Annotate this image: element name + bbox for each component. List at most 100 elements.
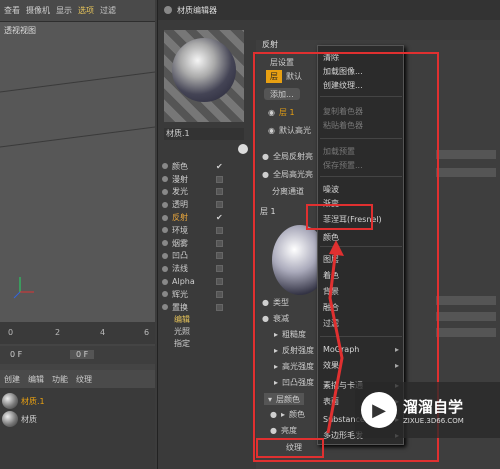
- annotation-box-texture: [256, 438, 324, 458]
- channel-item[interactable]: 法线: [162, 262, 246, 275]
- material-manager-menu: 创建 编辑 功能 纹理: [0, 370, 155, 388]
- panel-header: 反射: [262, 39, 278, 49]
- timeline-ruler[interactable]: 0 2 4 6: [0, 322, 155, 344]
- material-ball-icon: [2, 393, 18, 409]
- channel-checkbox[interactable]: [216, 175, 223, 183]
- channel-label: 发光: [172, 187, 188, 197]
- timeline-tick: 6: [144, 328, 150, 337]
- material-list: 材质.1 材质: [0, 388, 155, 469]
- channel-item[interactable]: 凹凸: [162, 250, 246, 263]
- channel-dot-icon: [162, 240, 168, 247]
- channel-dot-icon: [162, 188, 168, 195]
- channel-item[interactable]: 烟雾: [162, 237, 246, 250]
- annotation-arrow: [326, 240, 344, 434]
- channel-item[interactable]: 辉光: [162, 288, 246, 301]
- preview-sphere: [172, 38, 236, 102]
- channel-checkbox[interactable]: ✔: [216, 214, 223, 222]
- channel-dot-icon: [162, 265, 168, 272]
- channel-item[interactable]: 置换: [162, 301, 246, 314]
- channel-checkbox[interactable]: ✔: [216, 162, 223, 170]
- channel-item[interactable]: 漫射: [162, 173, 246, 186]
- channel-list: 颜色 ✔ 漫射发光透明反射 ✔ 环境烟雾凹凸法线 Alpha 辉光置换编辑 光照 指定: [162, 160, 246, 350]
- channel-dot-icon: [162, 227, 168, 234]
- perspective-viewport[interactable]: 透视视图: [0, 22, 155, 322]
- watermark: ▶ 溜溜自学 ZIXUE.3D66.COM: [355, 382, 500, 438]
- editor-extra-item[interactable]: 光照: [162, 326, 246, 338]
- channel-dot-icon: [162, 304, 168, 311]
- watermark-logo-icon: ▶: [361, 392, 397, 428]
- channel-checkbox[interactable]: [216, 188, 223, 196]
- channel-checkbox[interactable]: [216, 290, 223, 298]
- channel-label: 法线: [172, 264, 188, 274]
- menu-camera[interactable]: 摄像机: [26, 5, 50, 16]
- menu-edit[interactable]: 编辑: [28, 374, 44, 385]
- channel-item[interactable]: 反射 ✔: [162, 211, 246, 224]
- channel-dot-icon: [162, 163, 168, 170]
- menu-texture[interactable]: 纹理: [76, 374, 92, 385]
- channel-label: Alpha: [172, 277, 195, 287]
- channel-checkbox[interactable]: [216, 226, 223, 234]
- menu-filter[interactable]: 过滤: [100, 5, 116, 16]
- viewport-grid: [0, 71, 155, 299]
- channel-dot-icon: [162, 291, 168, 298]
- timeline-tick: 4: [100, 328, 106, 337]
- editor-title: 材质编辑器: [177, 5, 217, 15]
- channel-checkbox[interactable]: [216, 265, 223, 273]
- menu-create[interactable]: 创建: [4, 374, 20, 385]
- watermark-url: ZIXUE.3D66.COM: [403, 416, 464, 425]
- channel-dot-icon: [162, 252, 168, 259]
- channel-label: 环境: [172, 225, 188, 235]
- start-frame-field[interactable]: 0 F: [70, 350, 95, 359]
- channel-checkbox[interactable]: [216, 303, 223, 311]
- channel-label: 凹凸: [172, 251, 188, 261]
- editor-icon: [164, 6, 172, 14]
- preview-menu-icon[interactable]: [238, 144, 248, 154]
- watermark-title: 溜溜自学: [403, 397, 464, 416]
- annotation-box-fresnel: [306, 204, 373, 230]
- material-item[interactable]: 材质: [2, 410, 52, 428]
- channel-checkbox[interactable]: [216, 278, 223, 286]
- menu-options[interactable]: 选项: [78, 5, 94, 16]
- menu-function[interactable]: 功能: [52, 374, 68, 385]
- channel-label: 烟雾: [172, 238, 188, 248]
- value-field[interactable]: [436, 312, 496, 321]
- channel-checkbox[interactable]: [216, 239, 223, 247]
- value-field[interactable]: [436, 150, 496, 159]
- channel-dot-icon: [162, 201, 168, 208]
- value-field[interactable]: [436, 296, 496, 305]
- channel-dot-icon: [162, 278, 168, 285]
- channel-item[interactable]: 颜色 ✔: [162, 160, 246, 173]
- viewport-menu-bar: 查看 摄像机 显示 选项 过滤: [0, 0, 155, 22]
- material-name: 材质: [21, 414, 37, 424]
- editor-extra-item[interactable]: 指定: [162, 338, 246, 350]
- menu-display[interactable]: 显示: [56, 5, 72, 16]
- channel-checkbox[interactable]: [216, 201, 223, 209]
- menu-view[interactable]: 查看: [4, 5, 20, 16]
- editor-titlebar: 材质编辑器: [158, 0, 500, 20]
- channel-item[interactable]: 透明: [162, 198, 246, 211]
- axis-z-icon: [13, 291, 21, 299]
- timeline-tick: 0: [8, 328, 14, 337]
- channel-label: 辉光: [172, 289, 188, 299]
- channel-item[interactable]: 发光: [162, 186, 246, 199]
- editor-extra-item[interactable]: 编辑: [162, 314, 246, 326]
- channel-label: 漫射: [172, 174, 188, 184]
- channel-label: 置换: [172, 302, 188, 312]
- channel-label: 反射: [172, 213, 188, 223]
- value-field[interactable]: [436, 168, 496, 177]
- material-item[interactable]: 材质.1: [2, 392, 52, 410]
- left-panel: 查看 摄像机 显示 选项 过滤 透视视图 0 2 4 6 0 F 0 F 创建 …: [0, 0, 155, 469]
- material-name: 材质.1: [21, 396, 45, 406]
- channel-label: 透明: [172, 200, 188, 210]
- frame-fields: 0 F 0 F: [0, 346, 155, 364]
- value-field[interactable]: [436, 328, 496, 337]
- current-frame-field[interactable]: 0 F: [10, 350, 22, 359]
- channel-item[interactable]: 环境: [162, 224, 246, 237]
- channel-checkbox[interactable]: [216, 252, 223, 260]
- material-ball-icon: [2, 411, 18, 427]
- material-name-field[interactable]: 材质.1: [164, 128, 244, 140]
- channel-dot-icon: [162, 214, 168, 221]
- channel-label: 颜色: [172, 161, 188, 171]
- channel-dot-icon: [162, 176, 168, 183]
- channel-item[interactable]: Alpha: [162, 275, 246, 288]
